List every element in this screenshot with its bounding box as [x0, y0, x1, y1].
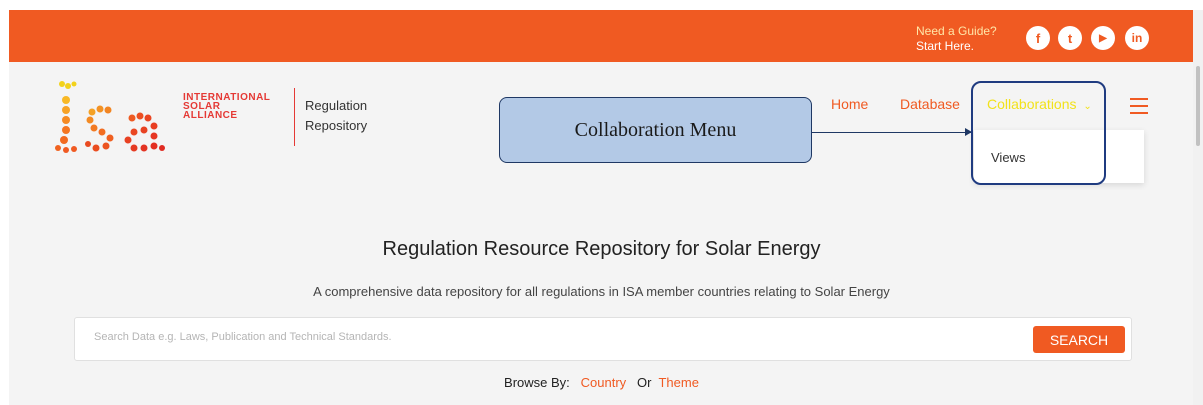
linkedin-icon[interactable]: in — [1125, 26, 1149, 50]
guide-line2: Start Here. — [916, 39, 975, 53]
guide-line1: Need a Guide? — [916, 24, 997, 38]
twitter-icon[interactable]: t — [1058, 26, 1082, 50]
guide-link[interactable]: Need a Guide? Start Here. — [916, 24, 997, 54]
page-subtitle: A comprehensive data repository for all … — [313, 284, 890, 299]
isa-wordmark: INTERNATIONAL SOLAR ALLIANCE — [183, 92, 271, 121]
nav-home[interactable]: Home — [831, 96, 868, 112]
page: Need a Guide? Start Here. f t ▶ in INTER… — [9, 10, 1194, 405]
search-input[interactable] — [92, 330, 946, 344]
annotation-arrow — [811, 132, 971, 133]
scrollbar[interactable] — [1193, 10, 1203, 405]
browse-label: Browse By: — [504, 375, 570, 390]
annotation-highlight-box — [971, 81, 1106, 185]
browse-theme-link[interactable]: Theme — [658, 375, 698, 390]
browse-country-link[interactable]: Country — [581, 375, 627, 390]
youtube-icon[interactable]: ▶ — [1091, 26, 1115, 50]
page-title: Regulation Resource Repository for Solar… — [382, 238, 821, 260]
search-bar: SEARCH — [74, 317, 1132, 361]
scrollbar-thumb[interactable] — [1196, 66, 1200, 146]
logo-divider — [294, 88, 295, 146]
top-bar: Need a Guide? Start Here. f t ▶ in — [9, 10, 1194, 62]
browse-by: Browse By: Country Or Theme — [9, 375, 1194, 390]
annotation-callout: Collaboration Menu — [499, 97, 812, 163]
browse-or: Or — [637, 375, 652, 390]
isa-logo-icon[interactable] — [54, 78, 174, 156]
search-button[interactable]: SEARCH — [1033, 326, 1125, 353]
hamburger-menu-icon[interactable] — [1130, 98, 1148, 119]
nav-database[interactable]: Database — [900, 96, 960, 112]
site-name[interactable]: Regulation Repository — [305, 96, 367, 136]
facebook-icon[interactable]: f — [1026, 26, 1050, 50]
